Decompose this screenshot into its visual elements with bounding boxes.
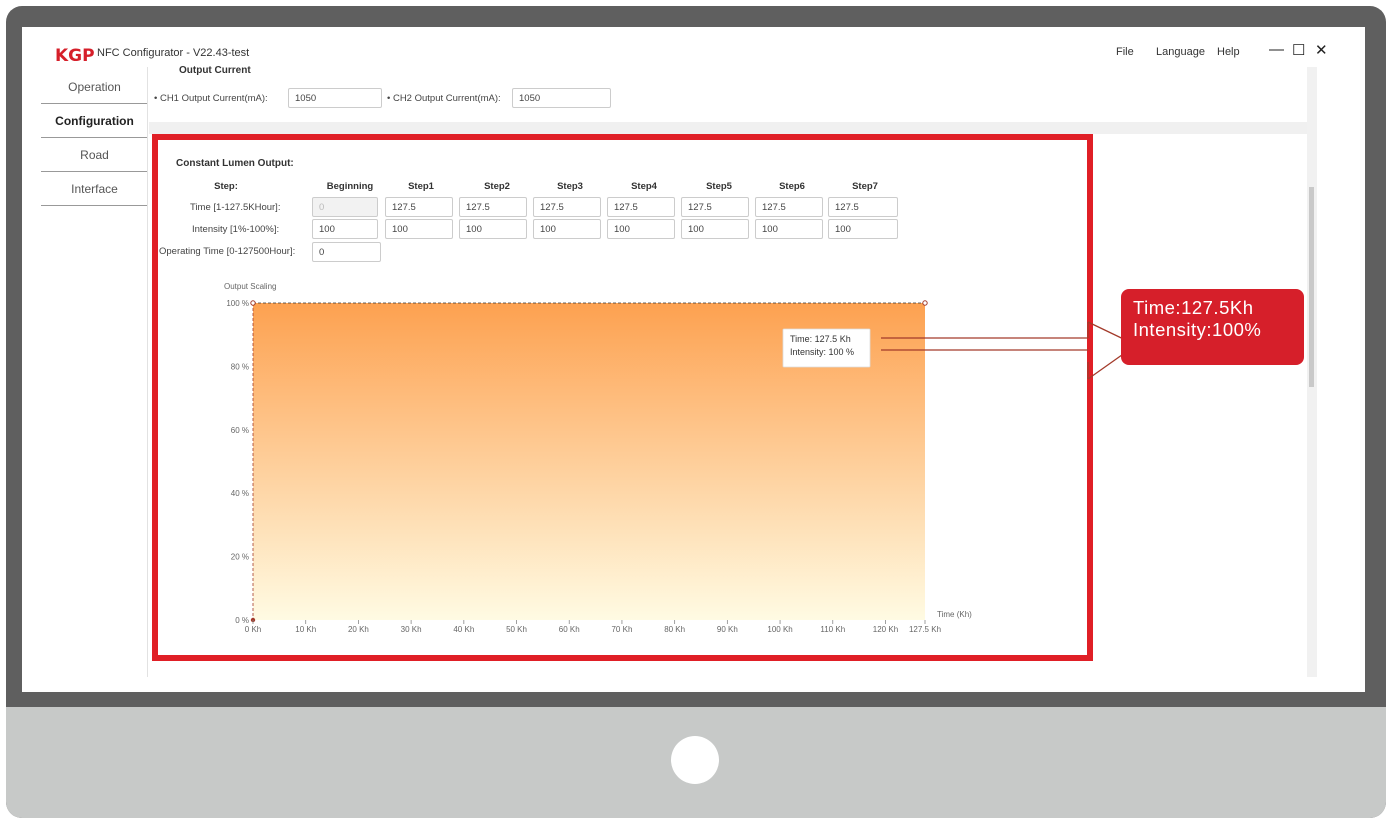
- x-tick-label: 90 Kh: [717, 625, 738, 634]
- monitor-button: [671, 736, 719, 784]
- x-tick-label: 110 Kh: [820, 625, 845, 634]
- callout-intensity-text: Intensity:100%: [1133, 319, 1262, 340]
- x-tick-label: 40 Kh: [453, 625, 474, 634]
- y-tick-label: 80 %: [231, 362, 249, 371]
- x-tick-label: 60 Kh: [559, 625, 580, 634]
- callout-box: Time:127.5Kh Intensity:100%: [1121, 289, 1304, 365]
- x-tick-label: 120 Kh: [873, 625, 898, 634]
- x-tick-label: 10 Kh: [295, 625, 316, 634]
- x-tick-label: 30 Kh: [401, 625, 422, 634]
- y-tick-label: 100 %: [226, 299, 249, 308]
- data-point: [250, 300, 256, 306]
- y-axis-title: Output Scaling: [224, 282, 276, 291]
- x-axis-title: Time (Kh): [937, 610, 972, 619]
- chart-axes: [252, 620, 926, 624]
- x-tick-label: 100 Kh: [767, 625, 792, 634]
- x-tick-label: 50 Kh: [506, 625, 527, 634]
- chart-tooltip-group: Time: 127.5 Kh Intensity: 100 %: [782, 328, 1088, 368]
- x-tick-label: 70 Kh: [611, 625, 632, 634]
- x-tick-label: 0 Kh: [245, 625, 261, 634]
- data-point: [922, 300, 928, 306]
- x-tick-label: 127.5 Kh: [909, 625, 941, 634]
- x-tick-label: 20 Kh: [348, 625, 369, 634]
- y-tick-label: 60 %: [231, 426, 249, 435]
- y-tick-label: 0 %: [235, 616, 249, 625]
- x-tick-label: 80 Kh: [664, 625, 685, 634]
- callout-time-text: Time:127.5Kh: [1133, 297, 1254, 318]
- tooltip-intensity: Intensity: 100 %: [790, 347, 854, 357]
- y-tick-label: 20 %: [231, 553, 249, 562]
- y-tick-label: 40 %: [231, 489, 249, 498]
- tooltip-time: Time: 127.5 Kh: [790, 334, 851, 344]
